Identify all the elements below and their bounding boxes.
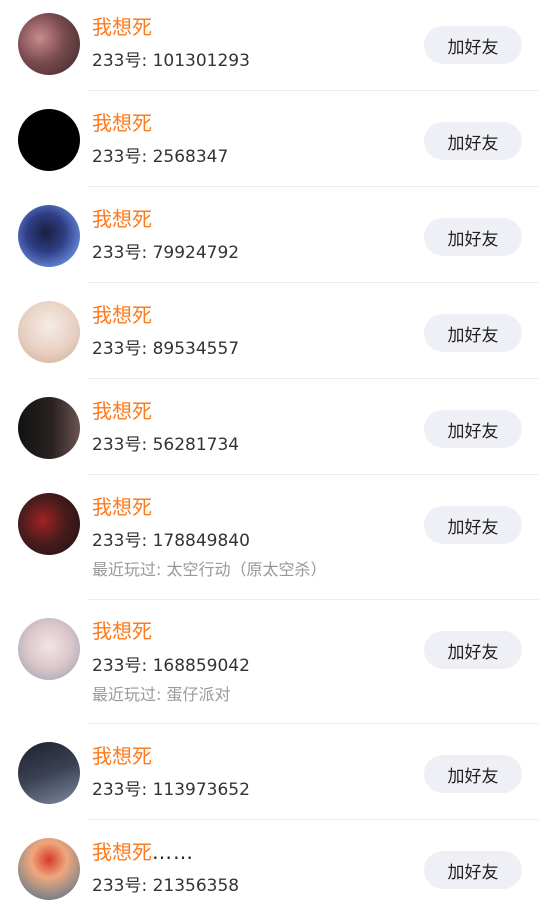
avatar[interactable]: [18, 13, 80, 75]
user-name: 我想死: [92, 495, 152, 519]
avatar[interactable]: [18, 742, 80, 804]
add-friend-button[interactable]: 加好友: [424, 314, 522, 352]
add-friend-button[interactable]: 加好友: [424, 851, 522, 889]
list-item[interactable]: 我想死 233号: 168859042 最近玩过: 蛋仔派对 加好友: [0, 600, 539, 724]
user-name: 我想死: [92, 207, 152, 231]
user-id: 233号: 89534557: [92, 339, 240, 359]
user-name: 我想死: [92, 15, 152, 39]
friend-search-results: 我想死 233号: 101301293 加好友 我想死 233号: 256834…: [0, 0, 539, 919]
user-id: 233号: 168859042: [92, 656, 250, 676]
add-friend-button[interactable]: 加好友: [424, 631, 522, 669]
add-friend-button[interactable]: 加好友: [424, 410, 522, 448]
name-suffix: ……: [152, 840, 194, 864]
user-name: 我想死: [92, 111, 152, 135]
user-name: 我想死: [92, 399, 152, 423]
list-item[interactable]: 我想死 233号: 89534557 加好友: [0, 283, 539, 379]
list-item[interactable]: 我想死…… 233号: 21356358 加好友: [0, 820, 539, 919]
add-friend-button[interactable]: 加好友: [424, 26, 522, 64]
avatar[interactable]: [18, 838, 80, 900]
user-id: 233号: 56281734: [92, 435, 240, 455]
recently-played: 最近玩过: 蛋仔派对: [92, 685, 231, 704]
user-id: 233号: 79924792: [92, 243, 240, 263]
user-id: 233号: 21356358: [92, 876, 240, 896]
user-id: 233号: 2568347: [92, 147, 229, 167]
user-id: 233号: 178849840: [92, 531, 250, 551]
avatar[interactable]: [18, 493, 80, 555]
user-id: 233号: 101301293: [92, 51, 250, 71]
list-item[interactable]: 我想死 233号: 56281734 加好友: [0, 379, 539, 475]
avatar[interactable]: [18, 205, 80, 267]
avatar[interactable]: [18, 109, 80, 171]
add-friend-button[interactable]: 加好友: [424, 218, 522, 256]
list-item[interactable]: 我想死 233号: 101301293 加好友: [0, 0, 539, 91]
list-item[interactable]: 我想死 233号: 113973652 加好友: [0, 724, 539, 820]
avatar[interactable]: [18, 397, 80, 459]
user-name: 我想死: [92, 303, 152, 327]
add-friend-button[interactable]: 加好友: [424, 755, 522, 793]
user-name: 我想死……: [92, 840, 194, 864]
recently-played: 最近玩过: 太空行动（原太空杀）: [92, 560, 327, 579]
avatar[interactable]: [18, 301, 80, 363]
avatar[interactable]: [18, 618, 80, 680]
user-name: 我想死: [92, 619, 152, 643]
list-item[interactable]: 我想死 233号: 178849840 最近玩过: 太空行动（原太空杀） 加好友: [0, 475, 539, 600]
list-item[interactable]: 我想死 233号: 79924792 加好友: [0, 187, 539, 283]
add-friend-button[interactable]: 加好友: [424, 506, 522, 544]
user-name: 我想死: [92, 744, 152, 768]
add-friend-button[interactable]: 加好友: [424, 122, 522, 160]
user-id: 233号: 113973652: [92, 780, 250, 800]
list-item[interactable]: 我想死 233号: 2568347 加好友: [0, 91, 539, 187]
